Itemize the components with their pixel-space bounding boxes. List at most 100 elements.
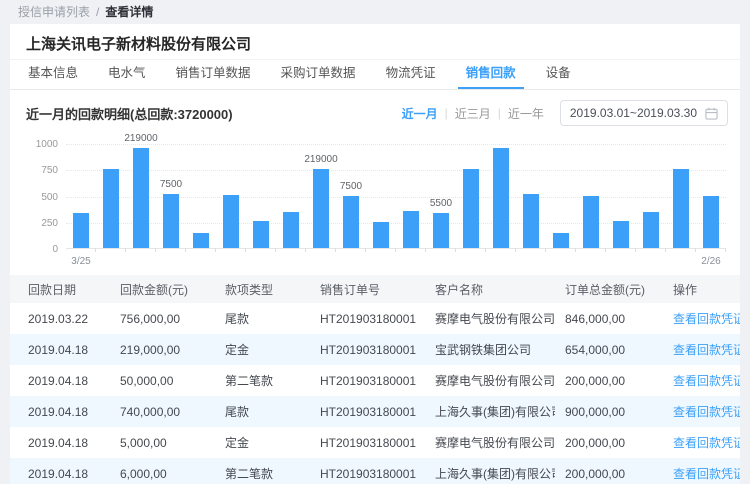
- payment-amount-cell: 6,000,00: [110, 467, 215, 481]
- payment-type-cell: 第二笔款: [215, 372, 310, 389]
- column-header: 销售订单号: [310, 281, 425, 298]
- bar-slot: [576, 144, 606, 248]
- view-payment-voucher-link[interactable]: 查看回款凭证: [673, 434, 740, 451]
- order-total-cell: 200,000,00: [555, 374, 663, 388]
- sales-order-no-cell: HT201903180001: [310, 467, 425, 481]
- table-row: 2019.04.18219,000,00定金HT201903180001宝武钢铁…: [10, 334, 740, 365]
- column-header: 回款金额(元): [110, 281, 215, 298]
- view-payment-voucher-link[interactable]: 查看回款凭证: [673, 465, 740, 482]
- filter-last-year[interactable]: 近一年: [506, 105, 546, 122]
- x-axis-tick: [665, 248, 666, 252]
- chart-controls: 近一月|近三月|近一年 2019.03.01~2019.03.30: [400, 100, 732, 126]
- bar: [643, 212, 659, 248]
- payments-bar-chart: 02505007501000 3/25219000750021900075005…: [26, 144, 726, 275]
- bar: [103, 169, 119, 248]
- x-axis-tick: [125, 248, 126, 252]
- x-axis-tick: [395, 248, 396, 252]
- payments-table-body: 2019.03.22756,000,00尾款HT201903180001赛摩电气…: [10, 303, 740, 484]
- actions-cell: 查看回款凭证下载: [663, 403, 740, 420]
- bar: [553, 233, 569, 248]
- date-range-value: 2019.03.01~2019.03.30: [570, 106, 697, 120]
- bar-value-label: 5500: [430, 198, 452, 209]
- actions-cell: 查看回款凭证下载: [663, 372, 740, 389]
- bar-value-label: 7500: [340, 181, 362, 192]
- payment-date-cell: 2019.04.18: [18, 436, 110, 450]
- bar: [403, 211, 419, 248]
- x-axis-tick: [575, 248, 576, 252]
- payment-type-cell: 定金: [215, 341, 310, 358]
- bar-slot: [486, 144, 516, 248]
- bar: [163, 194, 179, 248]
- y-axis-tick-label: 1000: [36, 139, 58, 150]
- payment-type-cell: 尾款: [215, 403, 310, 420]
- tab-basic-info[interactable]: 基本信息: [20, 60, 86, 89]
- calendar-icon[interactable]: [705, 107, 718, 120]
- view-payment-voucher-link[interactable]: 查看回款凭证: [673, 310, 740, 327]
- bar: [433, 213, 449, 248]
- bar-slot: [546, 144, 576, 248]
- bar: [463, 169, 479, 248]
- customer-name-cell: 宝武钢铁集团公司: [425, 341, 555, 358]
- customer-name-cell: 上海久事(集团)有限公司: [425, 465, 555, 482]
- tab-sales-order-data[interactable]: 销售订单数据: [168, 60, 259, 89]
- bar: [703, 196, 719, 249]
- tab-equipment[interactable]: 设备: [538, 60, 579, 89]
- payment-amount-cell: 50,000,00: [110, 374, 215, 388]
- tab-logistics-voucher[interactable]: 物流凭证: [378, 60, 444, 89]
- payment-amount-cell: 5,000,00: [110, 436, 215, 450]
- bar-value-label: 219000: [304, 154, 337, 165]
- x-axis-tick: [335, 248, 336, 252]
- bar: [493, 148, 509, 248]
- x-axis-tick: [425, 248, 426, 252]
- company-title: 上海关讯电子新材料股份有限公司: [26, 33, 732, 54]
- view-payment-voucher-link[interactable]: 查看回款凭证: [673, 341, 740, 358]
- order-total-cell: 900,000,00: [555, 405, 663, 419]
- view-payment-voucher-link[interactable]: 查看回款凭证: [673, 403, 740, 420]
- chart-plot-area: 3/252190007500219000750055002/26: [66, 144, 726, 249]
- breadcrumb-separator: /: [96, 5, 99, 19]
- filter-separator: |: [498, 106, 501, 120]
- y-axis-tick-label: 750: [41, 165, 58, 176]
- actions-cell: 查看回款凭证下载: [663, 341, 740, 358]
- y-axis-tick-label: 250: [41, 218, 58, 229]
- view-payment-voucher-link[interactable]: 查看回款凭证: [673, 372, 740, 389]
- bar: [613, 221, 629, 248]
- payment-date-cell: 2019.04.18: [18, 374, 110, 388]
- column-header: 操作: [663, 281, 740, 298]
- filter-last-3-months[interactable]: 近三月: [453, 105, 493, 122]
- breadcrumb-current: 查看详情: [105, 5, 153, 19]
- bar-value-label: 219000: [124, 133, 157, 144]
- sales-order-no-cell: HT201903180001: [310, 374, 425, 388]
- sales-order-no-cell: HT201903180001: [310, 436, 425, 450]
- x-axis-tick: [455, 248, 456, 252]
- x-axis-tick: [275, 248, 276, 252]
- detail-card: 上海关讯电子新材料股份有限公司 基本信息电水气销售订单数据采购订单数据物流凭证销…: [10, 24, 740, 484]
- bar: [583, 196, 599, 249]
- x-axis-tick: [635, 248, 636, 252]
- order-total-cell: 654,000,00: [555, 343, 663, 357]
- table-row: 2019.04.18740,000,00尾款HT201903180001上海久事…: [10, 396, 740, 427]
- bar-slot: [216, 144, 246, 248]
- bar-slot: [246, 144, 276, 248]
- payments-chart-section: 近一月的回款明细(总回款:3720000) 近一月|近三月|近一年 2019.0…: [10, 90, 740, 275]
- bar-slot: [456, 144, 486, 248]
- tab-utilities[interactable]: 电水气: [100, 60, 154, 89]
- x-axis-tick: [485, 248, 486, 252]
- chart-y-axis: 02505007501000: [26, 144, 66, 249]
- column-header: 客户名称: [425, 281, 555, 298]
- column-header: 回款日期: [18, 281, 110, 298]
- filter-last-month[interactable]: 近一月: [400, 105, 440, 122]
- bar-slot: [396, 144, 426, 248]
- bar-slot: [606, 144, 636, 248]
- date-range-picker[interactable]: 2019.03.01~2019.03.30: [560, 100, 728, 126]
- tab-purchase-order-data[interactable]: 采购订单数据: [273, 60, 364, 89]
- breadcrumb-parent-link[interactable]: 授信申请列表: [18, 5, 90, 19]
- bar-slot: [366, 144, 396, 248]
- order-total-cell: 200,000,00: [555, 467, 663, 481]
- payment-date-cell: 2019.03.22: [18, 312, 110, 326]
- tab-sales-payment[interactable]: 销售回款: [458, 60, 524, 89]
- bar: [313, 169, 329, 248]
- bar: [223, 195, 239, 248]
- column-header: 款项类型: [215, 281, 310, 298]
- bar: [193, 233, 209, 248]
